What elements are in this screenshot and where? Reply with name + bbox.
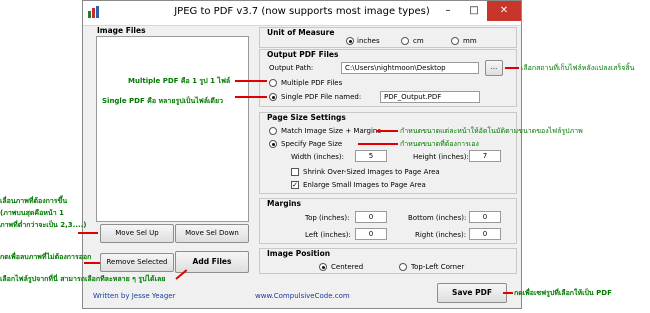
output-path-input[interactable]: C:\Users\nightmoon\Desktop	[341, 62, 479, 74]
multiple-pdf-label: Multiple PDF Files	[281, 79, 343, 87]
save-pdf-button[interactable]: Save PDF	[437, 283, 507, 303]
unit-cm-label: cm	[413, 37, 424, 45]
single-pdf-name-input[interactable]: PDF_Output.PDF	[380, 91, 480, 103]
arrow-specify-size	[358, 143, 398, 145]
multiple-pdf-radio[interactable]	[269, 79, 277, 87]
enlarge-checkbox[interactable]: ✓	[291, 181, 299, 189]
right-margin-input[interactable]: 0	[469, 228, 501, 240]
centered-radio[interactable]	[319, 263, 327, 271]
arrow-remove	[84, 262, 100, 264]
width-input[interactable]: 5	[355, 150, 387, 162]
image-files-list[interactable]	[96, 36, 249, 222]
annotation-move-line1: เลื่อนภาพที่ต้องการขึ้น	[0, 197, 68, 205]
app-window: JPEG to PDF v3.7 (now supports most imag…	[82, 0, 522, 309]
close-icon[interactable]: ✕	[487, 1, 521, 21]
annotation-browse: เลือกสถานที่เก็บไฟล์หลังแปลงเสร็จสิ้น	[521, 64, 635, 72]
match-size-radio[interactable]	[269, 127, 277, 135]
website-link[interactable]: www.CompulsiveCode.com	[255, 292, 350, 300]
match-size-label: Match Image Size + Margins	[281, 127, 381, 135]
annotation-move-line2: (ภาพบนสุดคือหน้า 1	[0, 209, 64, 217]
unit-mm-radio[interactable]	[451, 37, 459, 45]
specify-size-radio[interactable]	[269, 140, 277, 148]
arrow-move	[78, 232, 98, 234]
annotation-remove: กดเพื่อลบภาพที่ไม่ต้องการออก	[0, 253, 92, 261]
height-input[interactable]: 7	[469, 150, 501, 162]
arrow-save	[503, 292, 513, 294]
image-files-label: Image Files	[97, 26, 146, 35]
output-path-label: Output Path:	[269, 64, 314, 72]
margins-label: Margins	[267, 199, 301, 208]
author-credit: Written by Jesse Yeager	[93, 292, 176, 300]
top-left-label: Top-Left Corner	[411, 263, 465, 271]
bottom-margin-input[interactable]: 0	[469, 211, 501, 223]
left-margin-label: Left (inches):	[305, 231, 351, 239]
annotation-save: กดเพื่อเซฟรูปที่เลือกให้เป็น PDF	[514, 289, 612, 297]
maximize-icon[interactable]: □	[461, 1, 487, 21]
browse-button[interactable]: ...	[485, 60, 503, 76]
top-margin-label: Top (inches):	[305, 214, 350, 222]
annotation-single-pdf: Single PDF คือ หลายรูปเป็นไฟล์เดียว	[102, 97, 223, 105]
annotation-move-line3: ภาพที่ต่ำกว่าจะเป็น 2,3....)	[0, 221, 87, 229]
width-label: Width (inches):	[291, 153, 345, 161]
shrink-label: Shrink Over-Sized Images to Page Area	[303, 168, 440, 176]
annotation-add: เลือกไฟล์รูปจากที่นี่ สามารถเลือกทีละหลา…	[0, 275, 166, 283]
page-size-label: Page Size Settings	[267, 113, 346, 122]
single-pdf-radio[interactable]	[269, 93, 277, 101]
height-label: Height (inches):	[413, 153, 469, 161]
minimize-icon[interactable]: –	[435, 1, 461, 21]
bottom-margin-label: Bottom (inches):	[408, 214, 467, 222]
remove-selected-button[interactable]: Remove Selected	[100, 253, 174, 272]
enlarge-label: Enlarge Small Images to Page Area	[303, 181, 426, 189]
title-bar: JPEG to PDF v3.7 (now supports most imag…	[83, 1, 521, 26]
top-left-radio[interactable]	[399, 263, 407, 271]
output-pdf-label: Output PDF Files	[267, 50, 339, 59]
move-up-button[interactable]: Move Sel Up	[100, 224, 174, 243]
annotation-specify-size: กำหนดขนาดที่ต้องการเอง	[400, 140, 479, 148]
left-margin-input[interactable]: 0	[355, 228, 387, 240]
unit-inches-label: inches	[357, 37, 380, 45]
annotation-match-size: กำหนดขนาดแต่ละหน้าให้อัตโนมัติตามขนาดของ…	[400, 127, 583, 135]
arrow-multiple-pdf	[235, 80, 267, 82]
arrow-match-size	[376, 130, 398, 132]
unit-of-measure-label: Unit of Measure	[267, 28, 335, 37]
unit-cm-radio[interactable]	[401, 37, 409, 45]
arrow-browse	[505, 67, 519, 69]
top-margin-input[interactable]: 0	[355, 211, 387, 223]
shrink-checkbox[interactable]	[291, 168, 299, 176]
specify-size-label: Specify Page Size	[281, 140, 343, 148]
unit-mm-label: mm	[463, 37, 477, 45]
image-position-label: Image Position	[267, 249, 331, 258]
arrow-single-pdf	[235, 96, 267, 98]
right-margin-label: Right (inches):	[415, 231, 467, 239]
move-down-button[interactable]: Move Sel Down	[175, 224, 249, 243]
single-pdf-label: Single PDF File named:	[281, 93, 362, 101]
unit-inches-radio[interactable]	[346, 37, 354, 45]
annotation-multiple-pdf: Multiple PDF คือ 1 รูป 1 ไฟล์	[128, 77, 231, 85]
centered-label: Centered	[331, 263, 364, 271]
